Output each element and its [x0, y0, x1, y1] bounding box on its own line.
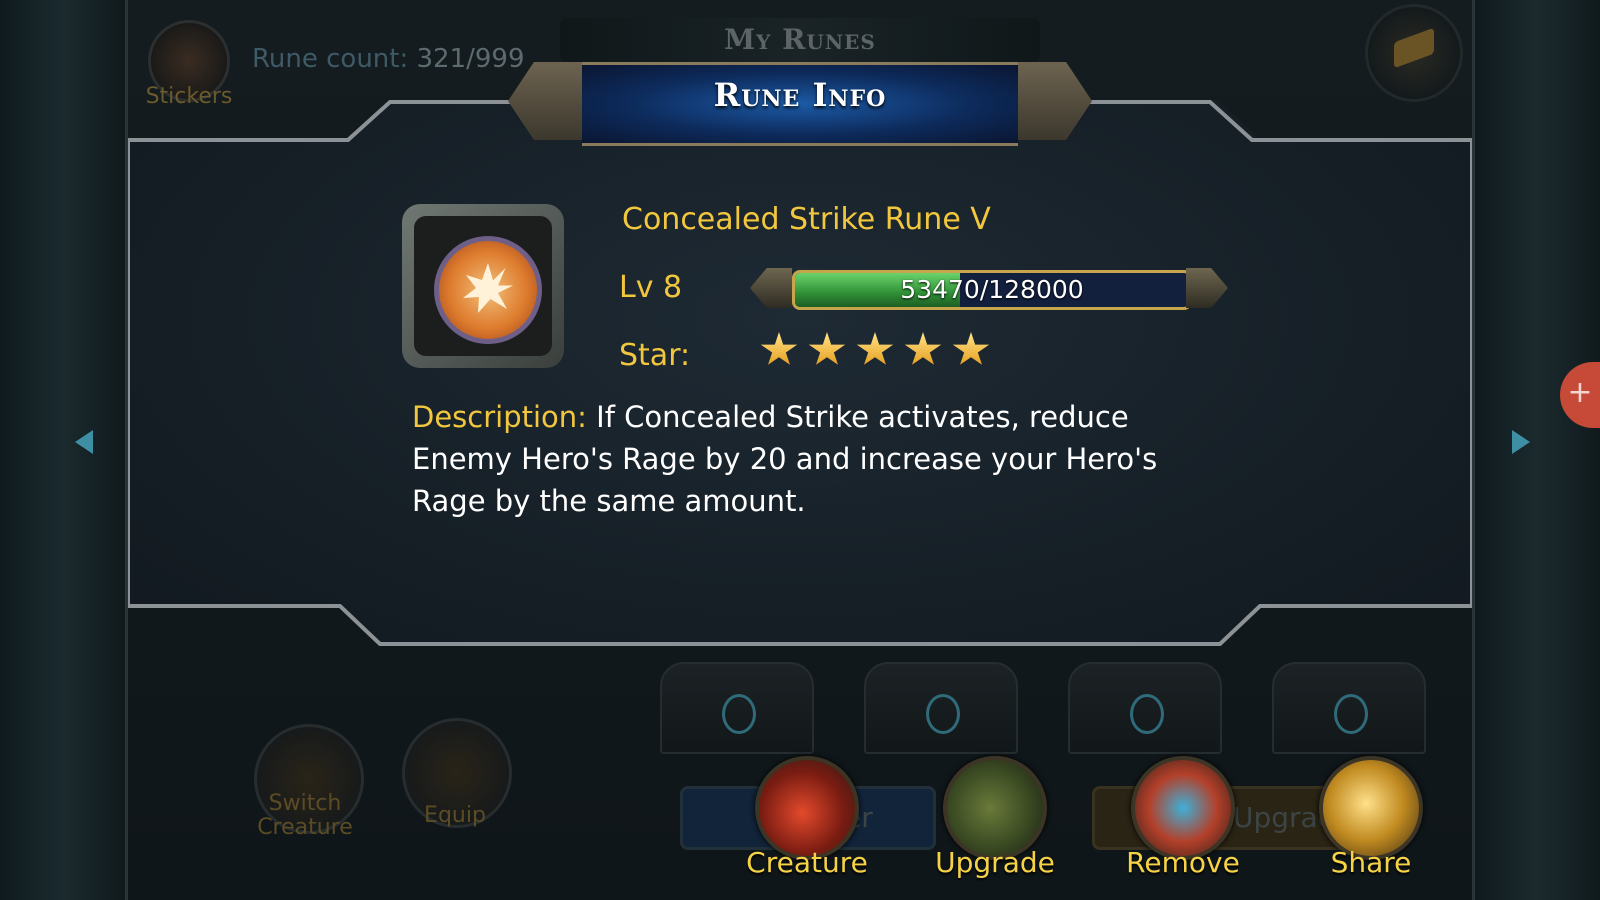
xp-text: 53470/128000: [900, 275, 1084, 304]
switch-creature-label: Switch Creature: [257, 791, 353, 840]
creature-button[interactable]: Creature: [742, 756, 872, 879]
slot-gem-icon: [926, 694, 960, 734]
star-icon: [856, 332, 894, 365]
xp-bar: 53470/128000: [750, 262, 1228, 314]
rune-burst-icon: [463, 263, 513, 313]
star-icon: [808, 332, 846, 365]
rune-description: Description: If Concealed Strike activat…: [412, 396, 1232, 522]
rune-level: Lv 8: [619, 270, 683, 305]
title-banner: Rune Info: [508, 52, 1092, 150]
rune-slot: [864, 662, 1018, 754]
creature-hammer-icon: [755, 756, 859, 860]
upgrade-book-icon: [943, 756, 1047, 860]
rune-count: Rune count: 321/999: [252, 44, 525, 74]
back-button[interactable]: [1365, 4, 1463, 102]
star-icon: [904, 332, 942, 365]
description-label: Description:: [412, 400, 587, 434]
upgrade-label: Upgrade: [935, 846, 1055, 879]
remove-label: Remove: [1126, 846, 1240, 879]
banner-cap-left: [508, 62, 582, 140]
slot-gem-icon: [1334, 694, 1368, 734]
rune-count-label: Rune count:: [252, 44, 409, 74]
rune-slot: [1068, 662, 1222, 754]
xp-bar-track: 53470/128000: [792, 270, 1192, 310]
stickers-label: Stickers: [145, 84, 233, 109]
rune-icon-frame: [402, 204, 564, 368]
share-horn-icon: [1319, 756, 1423, 860]
star-rating: [760, 332, 1000, 372]
remove-tool-icon: [1131, 756, 1235, 860]
right-side-panel: [1472, 0, 1600, 900]
slot-gem-icon: [722, 694, 756, 734]
star-label: Star:: [619, 338, 691, 373]
rune-icon-inner: [414, 216, 552, 356]
rune-info-dialog: [128, 100, 1472, 646]
star-icon: [760, 332, 798, 365]
xp-bar-cap-right: [1186, 268, 1228, 308]
banner-cap-right: [1018, 62, 1092, 140]
xp-bar-cap-left: [750, 268, 792, 308]
back-arrow-icon: [1394, 27, 1434, 69]
left-side-panel: [0, 0, 128, 900]
dialog-title: Rune Info: [713, 76, 887, 114]
star-icon: [952, 332, 990, 365]
slot-gem-icon: [1130, 694, 1164, 734]
rune-slot: [660, 662, 814, 754]
remove-button[interactable]: Remove: [1118, 756, 1248, 879]
share-button[interactable]: Share: [1306, 756, 1436, 879]
equip-label: Equip: [424, 803, 486, 828]
rune-medal-icon: [434, 236, 542, 344]
previous-arrow-icon[interactable]: [75, 430, 93, 454]
next-arrow-icon[interactable]: [1512, 430, 1530, 454]
rune-slot: [1272, 662, 1426, 754]
creature-label: Creature: [746, 846, 868, 879]
upgrade-button[interactable]: Upgrade: [930, 756, 1060, 879]
rune-name: Concealed Strike Rune V: [622, 202, 991, 237]
stickers-button[interactable]: Stickers: [143, 20, 235, 110]
share-label: Share: [1330, 846, 1412, 879]
